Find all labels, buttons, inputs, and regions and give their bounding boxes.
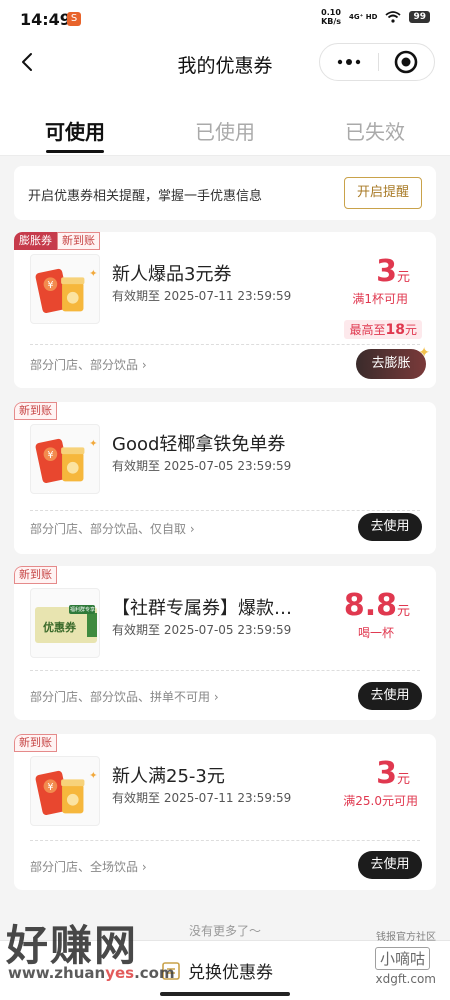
coupon-scope-link[interactable]: 部分门店、部分饮品、拼单不可用 › (30, 688, 219, 705)
new-arrival-badge: 新到账 (14, 566, 57, 584)
exchange-coupon-label: 兑换优惠券 (188, 963, 273, 983)
watermark-url-pre: www.zhuan (8, 964, 106, 982)
status-time: 14:49 (20, 10, 71, 29)
coupon-scope-link[interactable]: 部分门店、部分饮品 › (30, 356, 147, 373)
coupon-title: 新人爆品3元券 (112, 264, 232, 285)
sparkle-icon: ✦ (418, 345, 430, 361)
new-arrival-badge: 新到账 (14, 734, 57, 752)
watermark-domain: xdgft.com (375, 972, 437, 986)
watermark-brand: 小嘀咕 (374, 947, 430, 970)
divider (30, 510, 420, 511)
watermark-url: www.zhuanyes.com (8, 964, 175, 982)
svg-text:✦: ✦ (89, 438, 97, 449)
svg-text:¥: ¥ (47, 782, 53, 793)
coupon-badges: 新到账 (14, 402, 57, 420)
red-envelope-drink-icon: ¥ ✦ (30, 424, 100, 494)
coupon-title: Good轻椰拿铁免单券 (112, 434, 286, 455)
coupon-amount-unit: 元 (396, 270, 410, 285)
svg-text:✦: ✦ (89, 268, 97, 279)
status-indicators: 0.10 KB/s 4G⁺ HD 99 (321, 8, 430, 26)
ticket-tag-text: 福利群专享 (70, 607, 96, 613)
coupon-card[interactable]: 膨胀券 新到账 ¥ ✦ 新人爆品3元券 有效期至 2025-07-11 23:5… (14, 232, 436, 388)
close-target-icon[interactable] (379, 44, 435, 80)
coupon-title: 新人满25-3元 (112, 766, 225, 787)
coupon-validity: 有效期至 2025-07-05 23:59:59 (112, 459, 292, 473)
max-tag-prefix: 最高至 (349, 323, 386, 337)
net-speed-unit: KB/s (321, 17, 342, 26)
coupon-condition: 满1杯可用 (352, 292, 408, 306)
coupon-card[interactable]: 新到账 福利群专享 优惠券 【社群专属券】爆款… 有效期至 2025-07-05… (14, 566, 436, 720)
ticket-label-text: 优惠券 (43, 621, 76, 634)
tab-active-indicator (46, 150, 104, 153)
max-tag-unit: 元 (404, 323, 417, 337)
divider (30, 344, 420, 345)
more-dots-icon[interactable] (320, 44, 378, 80)
watermark-community: 钱报官方社区 (376, 932, 436, 943)
miniprogram-capsule (319, 43, 435, 81)
new-arrival-badge: 新到账 (57, 232, 100, 250)
expand-coupon-badge: 膨胀券 (14, 232, 57, 250)
svg-text:¥: ¥ (47, 280, 53, 291)
home-indicator (160, 992, 290, 996)
coupon-card[interactable]: 新到账 ¥ ✦ 新人满25-3元 有效期至 2025-07-11 23:59:5… (14, 734, 436, 890)
use-coupon-button[interactable]: 去使用 (358, 513, 422, 541)
wifi-icon (385, 11, 402, 23)
red-envelope-drink-icon: ¥ ✦ (30, 756, 100, 826)
coupon-amount: 3元 (376, 756, 410, 791)
coupon-badges: 新到账 (14, 566, 57, 584)
coupon-amount-value: 3 (376, 756, 397, 791)
coupon-validity: 有效期至 2025-07-11 23:59:59 (112, 791, 292, 805)
reminder-notice: 开启优惠券相关提醒，掌握一手优惠信息 开启提醒 (14, 166, 436, 220)
coupon-validity: 有效期至 2025-07-11 23:59:59 (112, 289, 292, 303)
coupon-badges: 膨胀券 新到账 (14, 232, 100, 250)
svg-text:✦: ✦ (89, 770, 97, 781)
coupon-amount: 3元 (376, 254, 410, 289)
tab-available[interactable]: 可使用 (0, 116, 150, 145)
coupon-condition: 喝一杯 (357, 626, 394, 640)
notice-text: 开启优惠券相关提醒，掌握一手优惠信息 (28, 189, 263, 204)
net-speed: 0.10 KB/s (321, 8, 341, 26)
battery-icon: 99 (409, 11, 430, 23)
net-speed-value: 0.10 (321, 8, 341, 17)
new-arrival-badge: 新到账 (14, 402, 57, 420)
coupon-amount-value: 3 (376, 254, 397, 289)
exchange-coupon-button[interactable]: 兑换优惠券 (160, 958, 273, 983)
coupon-condition: 满25.0元可用 (343, 794, 418, 808)
coupon-badges: 新到账 (14, 734, 57, 752)
use-coupon-button[interactable]: 去使用 (358, 682, 422, 710)
coupon-amount: 8.8元 (344, 588, 410, 623)
enable-reminder-button[interactable]: 开启提醒 (344, 177, 422, 209)
status-bar: 14:49 S 0.10 KB/s 4G⁺ HD 99 (0, 0, 450, 38)
coupon-amount-value: 8.8 (343, 588, 397, 623)
svg-text:¥: ¥ (47, 450, 53, 461)
app-notification-icon: S (67, 12, 81, 26)
nav-bar: 我的优惠券 (0, 38, 450, 88)
max-tag-value: 18 (385, 322, 405, 338)
watermark-url-hl: yes (105, 964, 135, 982)
coupon-amount-unit: 元 (396, 772, 410, 787)
coupon-scope-link[interactable]: 部分门店、部分饮品、仅自取 › (30, 520, 195, 537)
tab-used[interactable]: 已使用 (150, 116, 300, 145)
coupon-scope-link[interactable]: 部分门店、全场饮品 › (30, 858, 147, 875)
coupon-amount-unit: 元 (396, 604, 410, 619)
coupon-validity: 有效期至 2025-07-05 23:59:59 (112, 623, 292, 637)
max-value-tag: 最高至18元 (344, 320, 422, 339)
divider (30, 840, 420, 841)
watermark-url-post: .com (134, 964, 175, 982)
coupon-card[interactable]: 新到账 ¥ ✦ Good轻椰拿铁免单券 有效期至 2025-07-05 23:5… (14, 402, 436, 554)
coupon-tabs: 可使用 已使用 已失效 (0, 88, 450, 156)
signal-icon: 4G⁺ HD (349, 13, 378, 21)
coupon-title: 【社群专属券】爆款… (112, 598, 292, 619)
use-coupon-button[interactable]: 去使用 (358, 851, 422, 879)
coupon-ticket-thumbnail: 福利群专享 优惠券 (30, 588, 100, 658)
divider (30, 670, 420, 671)
expand-coupon-button[interactable]: 去膨胀 (356, 349, 426, 379)
tab-expired[interactable]: 已失效 (300, 116, 450, 145)
red-envelope-drink-icon: ¥ ✦ (30, 254, 100, 324)
